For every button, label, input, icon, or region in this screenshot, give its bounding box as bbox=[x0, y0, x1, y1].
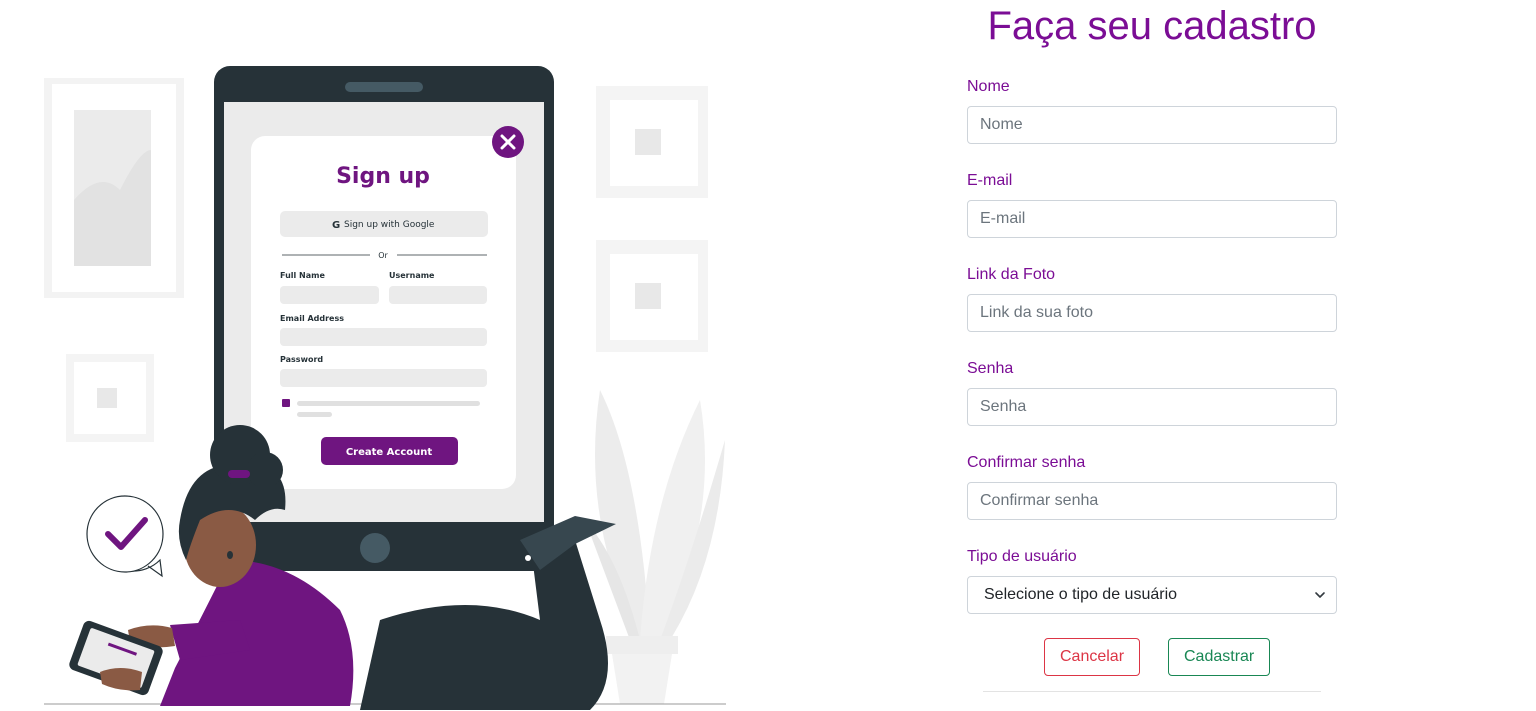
user-type-selected: Selecione o tipo de usuário bbox=[984, 586, 1178, 603]
submit-button[interactable]: Cadastrar bbox=[1168, 638, 1271, 676]
username-text: Username bbox=[389, 271, 435, 280]
signup-card: Sign up G Sign up with Google Or Full Na… bbox=[251, 126, 524, 489]
email-address-text: Email Address bbox=[280, 314, 344, 323]
name-label: Nome bbox=[967, 78, 1010, 95]
page-title: Faça seu cadastro bbox=[987, 4, 1317, 48]
password-input[interactable] bbox=[967, 388, 1337, 426]
confirm-password-input[interactable] bbox=[967, 482, 1337, 520]
create-account-text: Create Account bbox=[346, 447, 433, 458]
divider bbox=[983, 691, 1321, 692]
photo-link-input[interactable] bbox=[967, 294, 1337, 332]
user-type-select[interactable]: Selecione o tipo de usuário bbox=[967, 576, 1337, 614]
signup-illustration: Sign up G Sign up with Google Or Full Na… bbox=[0, 0, 760, 711]
google-signup-text: Sign up with Google bbox=[344, 220, 435, 230]
separator-text: Or bbox=[378, 251, 388, 260]
photo-link-label: Link da Foto bbox=[967, 266, 1056, 283]
check-bubble-icon bbox=[86, 495, 164, 578]
google-logo-icon: G bbox=[332, 220, 340, 231]
full-name-text: Full Name bbox=[280, 271, 325, 280]
wall-frame-right-bottom bbox=[596, 240, 708, 352]
email-label: E-mail bbox=[967, 172, 1013, 189]
chevron-down-icon bbox=[1315, 592, 1325, 598]
password-text: Password bbox=[280, 355, 323, 364]
wall-frame-large bbox=[44, 78, 184, 298]
password-label: Senha bbox=[967, 360, 1014, 377]
cancel-button[interactable]: Cancelar bbox=[1044, 638, 1141, 676]
email-input[interactable] bbox=[967, 200, 1337, 238]
card-title: Sign up bbox=[336, 164, 430, 189]
confirm-password-label: Confirmar senha bbox=[967, 454, 1086, 471]
user-type-label: Tipo de usuário bbox=[967, 548, 1077, 565]
wall-frame-right-top bbox=[596, 86, 708, 198]
wall-frame-small-left bbox=[66, 354, 154, 442]
name-input[interactable] bbox=[967, 106, 1337, 144]
